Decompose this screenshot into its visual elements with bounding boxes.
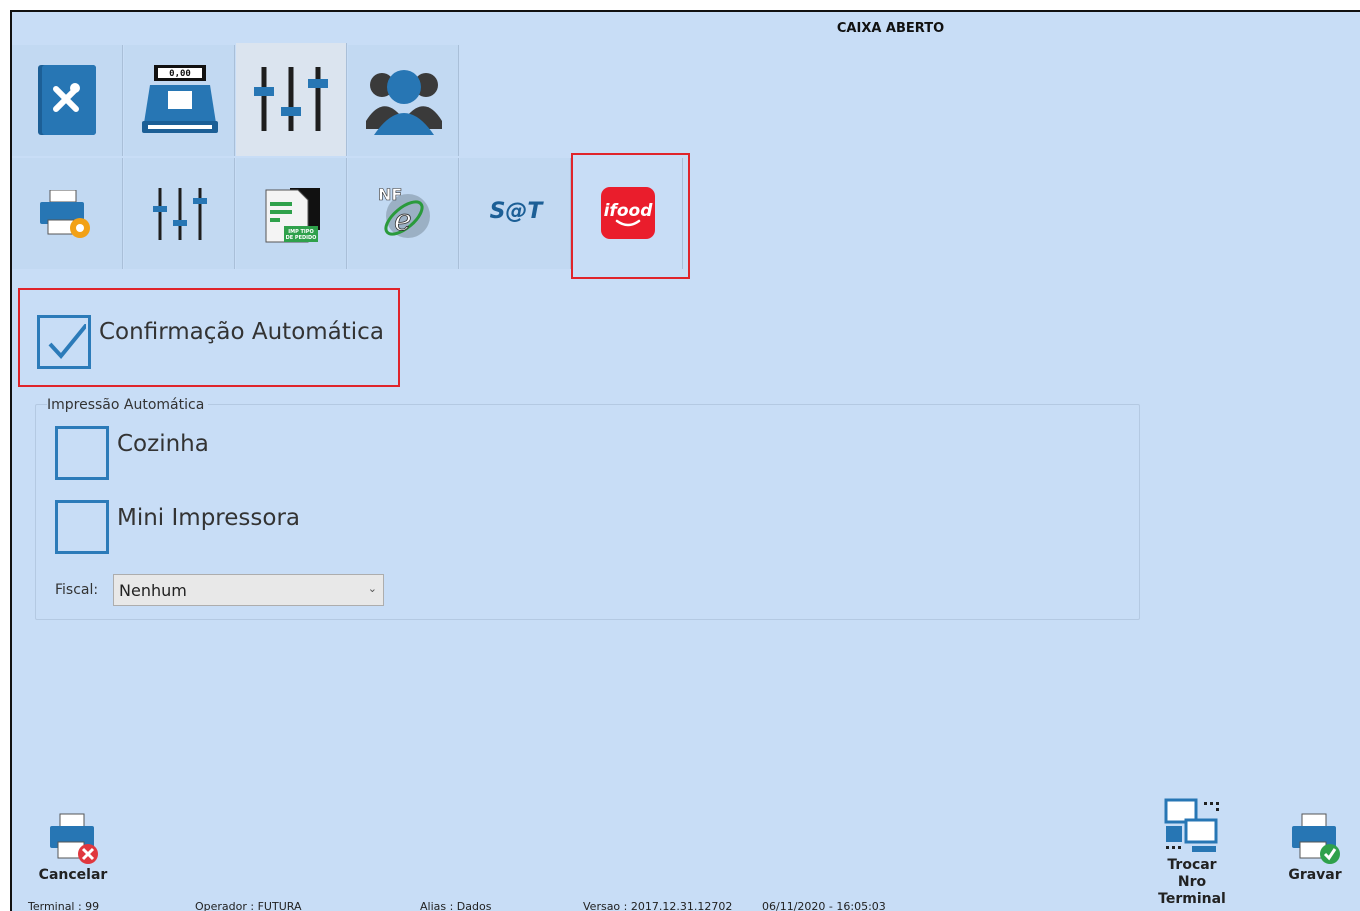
cash-register-icon: 0,00: [142, 65, 218, 133]
tab-settings[interactable]: [236, 43, 347, 156]
network-terminals-icon: [1164, 798, 1219, 852]
switch-terminal-label-2: Nro Terminal: [1158, 874, 1226, 907]
save-button[interactable]: Gravar: [1282, 812, 1348, 883]
svg-text:e: e: [394, 203, 412, 238]
tab-adjustments[interactable]: [124, 158, 235, 269]
printer-settings-icon: [40, 190, 90, 238]
tab-order-type[interactable]: IMP TIPO DE PEDIDO: [236, 158, 347, 269]
auto-confirm-checkbox[interactable]: [37, 315, 91, 369]
tab-nfe[interactable]: NF e: [348, 158, 459, 269]
status-version: Versao : 2017.12.31.12702: [583, 900, 733, 911]
printer-confirm-icon: [1292, 813, 1340, 864]
cancel-button[interactable]: Cancelar: [38, 812, 108, 883]
chevron-down-icon: ⌄: [367, 582, 377, 595]
sat-icon: S@T: [490, 199, 544, 224]
status-operator: Operador : FUTURA: [195, 900, 302, 911]
tab-sat[interactable]: S@T: [460, 158, 571, 269]
mini-printer-checkbox[interactable]: [55, 500, 109, 554]
status-alias: Alias : Dados: [420, 900, 492, 911]
switch-terminal-button[interactable]: Trocar Nro Terminal: [1142, 798, 1242, 908]
sliders-icon: [254, 67, 328, 131]
document-order-type-icon: IMP TIPO DE PEDIDO: [265, 188, 320, 243]
tab-users[interactable]: [348, 45, 459, 156]
nfe-icon: NF e: [378, 185, 430, 238]
auto-confirm-label: Confirmação Automática: [99, 319, 384, 345]
svg-text:0,00: 0,00: [169, 69, 191, 79]
switch-terminal-label-1: Trocar: [1167, 857, 1217, 873]
checkmark-icon: [48, 324, 86, 360]
auto-print-group-title: Impressão Automática: [47, 397, 209, 413]
cancel-button-label: Cancelar: [38, 867, 108, 883]
svg-text:DE PEDIDO: DE PEDIDO: [286, 235, 317, 241]
kitchen-label: Cozinha: [117, 431, 209, 457]
tab-menu[interactable]: [12, 45, 123, 156]
sliders-icon: [153, 188, 207, 240]
tab-printer-settings[interactable]: [12, 158, 123, 269]
page-title: CAIXA ABERTO: [836, 21, 945, 36]
kitchen-checkbox[interactable]: [55, 426, 109, 480]
tab-cash-register[interactable]: 0,00: [124, 45, 235, 156]
svg-text:NF: NF: [378, 185, 402, 204]
menu-book-utensils-icon: [38, 65, 96, 135]
save-button-label: Gravar: [1288, 867, 1342, 883]
fiscal-label: Fiscal:: [55, 582, 99, 598]
printer-cancel-icon: [50, 813, 98, 864]
svg-text:S@T: S@T: [490, 199, 544, 224]
fiscal-select-value: Nenhum: [119, 581, 187, 600]
ifood-highlight: [571, 153, 690, 279]
users-icon: [366, 70, 442, 135]
mini-printer-label: Mini Impressora: [117, 505, 300, 531]
fiscal-select[interactable]: Nenhum ⌄: [113, 574, 384, 606]
app-window: CAIXA ABERTO 0,00 IMP TIPO DE PEDIDO NF …: [10, 10, 1360, 911]
status-datetime: 06/11/2020 - 16:05:03: [762, 900, 886, 911]
status-terminal: Terminal : 99: [28, 900, 100, 911]
